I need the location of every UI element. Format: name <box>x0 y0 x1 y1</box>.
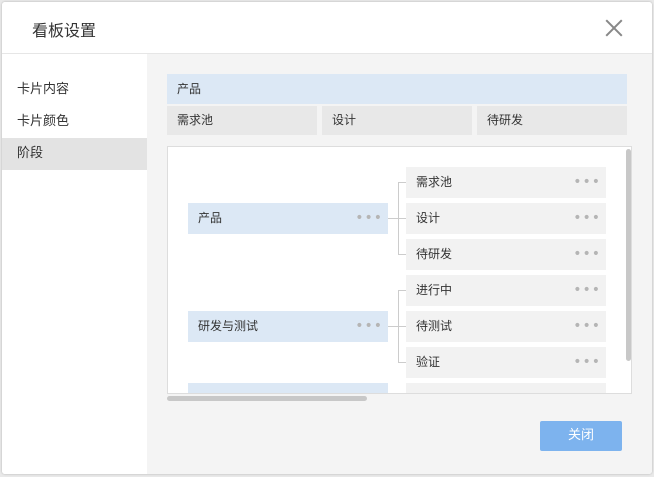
ellipsis-icon[interactable]: ••• <box>573 275 601 306</box>
stage-label: 待测试 <box>416 319 453 333</box>
sidebar-item-stages[interactable]: 阶段 <box>2 138 147 170</box>
tree-connector <box>388 218 398 219</box>
stage-row[interactable]: 需求池 ••• <box>406 167 606 198</box>
tree-connector <box>398 362 406 363</box>
ellipsis-icon[interactable]: ••• <box>573 239 601 270</box>
stage-row[interactable]: 待测试 ••• <box>406 311 606 342</box>
product-stage-header: 待研发 <box>477 106 627 135</box>
board-settings-dialog: 看板设置 卡片内容 卡片颜色 阶段 产品 需求池 设计 待研发 产品 ••• 需… <box>2 2 652 474</box>
close-button[interactable]: 关闭 <box>540 421 622 451</box>
stage-label: 验证 <box>416 355 441 369</box>
stage-label: 待研发 <box>416 247 453 261</box>
sidebar-item-card-content[interactable]: 卡片内容 <box>2 74 147 106</box>
vertical-scrollbar[interactable] <box>626 149 631 361</box>
dialog-header: 看板设置 <box>2 2 652 54</box>
product-stage-header: 设计 <box>322 106 472 135</box>
ellipsis-icon[interactable]: ••• <box>573 347 601 378</box>
dialog-title: 看板设置 <box>32 21 97 40</box>
horizontal-scrollbar[interactable] <box>167 396 367 401</box>
stage-group-row[interactable]: 产品 ••• <box>188 203 388 234</box>
ellipsis-icon[interactable]: ••• <box>355 311 383 342</box>
stage-settings-panel: 产品 需求池 设计 待研发 产品 ••• 需求池 ••• 设计 ••• 待研发 … <box>147 54 652 474</box>
stage-group-row[interactable]: 研发与测试 ••• <box>188 311 388 342</box>
tree-connector <box>398 182 406 183</box>
stage-row[interactable]: 进行中 ••• <box>406 275 606 306</box>
tree-connector <box>398 254 406 255</box>
stage-group-label: 产品 <box>198 211 223 225</box>
stage-row[interactable] <box>406 383 606 393</box>
tree-connector <box>398 218 406 219</box>
stage-row[interactable]: 验证 ••• <box>406 347 606 378</box>
stage-label: 进行中 <box>416 283 453 297</box>
stage-label: 设计 <box>416 211 441 225</box>
stage-group-row[interactable] <box>188 383 388 393</box>
stage-group-label: 研发与测试 <box>198 319 259 333</box>
close-icon[interactable] <box>602 16 626 40</box>
tree-connector <box>398 326 406 327</box>
stage-row[interactable]: 设计 ••• <box>406 203 606 234</box>
product-stage-header: 需求池 <box>167 106 317 135</box>
stage-tree[interactable]: 产品 ••• 需求池 ••• 设计 ••• 待研发 ••• 研发与测试 ••• … <box>167 146 632 394</box>
ellipsis-icon[interactable]: ••• <box>573 311 601 342</box>
settings-sidebar: 卡片内容 卡片颜色 阶段 <box>2 54 147 474</box>
stage-row[interactable]: 待研发 ••• <box>406 239 606 270</box>
ellipsis-icon[interactable]: ••• <box>573 167 601 198</box>
ellipsis-icon[interactable]: ••• <box>355 203 383 234</box>
product-group-header: 产品 <box>167 74 627 104</box>
stage-label: 需求池 <box>416 175 453 189</box>
sidebar-item-card-color[interactable]: 卡片颜色 <box>2 106 147 138</box>
tree-connector <box>398 290 406 291</box>
ellipsis-icon[interactable]: ••• <box>573 203 601 234</box>
tree-connector <box>388 326 398 327</box>
